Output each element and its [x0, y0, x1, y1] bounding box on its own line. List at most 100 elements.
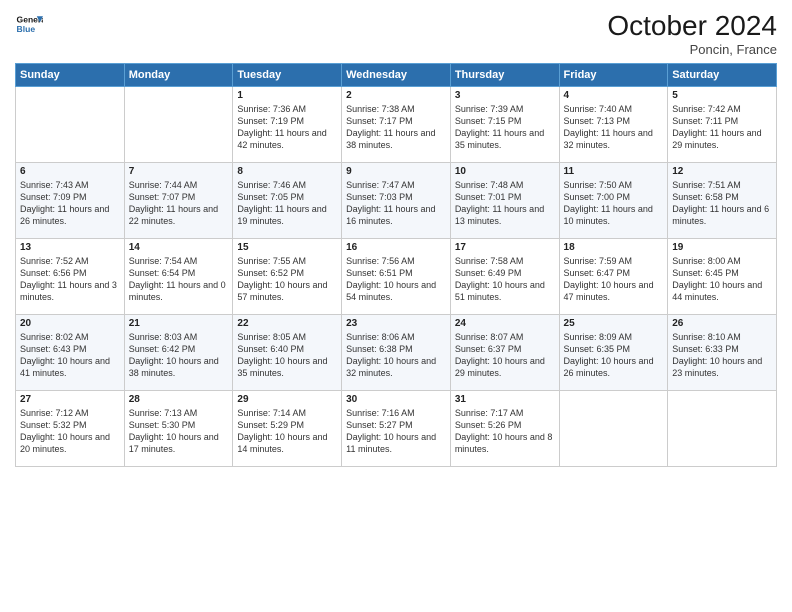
day-info: Sunrise: 7:12 AM Sunset: 5:32 PM Dayligh…	[20, 407, 120, 456]
day-info: Sunrise: 8:07 AM Sunset: 6:37 PM Dayligh…	[455, 331, 555, 380]
day-info: Sunrise: 7:54 AM Sunset: 6:54 PM Dayligh…	[129, 255, 229, 304]
col-header-wednesday: Wednesday	[342, 64, 451, 87]
day-info: Sunrise: 7:40 AM Sunset: 7:13 PM Dayligh…	[564, 103, 664, 152]
header-row: SundayMondayTuesdayWednesdayThursdayFrid…	[16, 64, 777, 87]
day-info: Sunrise: 7:59 AM Sunset: 6:47 PM Dayligh…	[564, 255, 664, 304]
week-row-4: 27Sunrise: 7:12 AM Sunset: 5:32 PM Dayli…	[16, 391, 777, 467]
day-number: 14	[129, 242, 229, 253]
calendar-cell: 13Sunrise: 7:52 AM Sunset: 6:56 PM Dayli…	[16, 239, 125, 315]
col-header-friday: Friday	[559, 64, 668, 87]
calendar-cell: 6Sunrise: 7:43 AM Sunset: 7:09 PM Daylig…	[16, 163, 125, 239]
day-info: Sunrise: 8:00 AM Sunset: 6:45 PM Dayligh…	[672, 255, 772, 304]
day-number: 5	[672, 90, 772, 101]
day-number: 1	[237, 90, 337, 101]
day-number: 31	[455, 394, 555, 405]
day-number: 12	[672, 166, 772, 177]
calendar-cell: 29 Sunrise: 7:14 AM Sunset: 5:29 PM Dayli…	[233, 391, 342, 467]
calendar-cell: 16 Sunrise: 7:56 AM Sunset: 6:51 PM Dayli…	[342, 239, 451, 315]
day-info: Sunrise: 7:36 AM Sunset: 7:19 PM Dayligh…	[237, 103, 337, 152]
day-info: Sunrise: 7:51 AM Sunset: 6:58 PM Dayligh…	[672, 179, 772, 228]
calendar-cell: 20 Sunrise: 8:02 AM Sunset: 6:43 PM Dayli…	[16, 315, 125, 391]
day-number: 29	[237, 394, 337, 405]
day-info: Sunrise: 7:44 AM Sunset: 7:07 PM Dayligh…	[129, 179, 229, 228]
calendar-cell	[668, 391, 777, 467]
day-number: 24	[455, 318, 555, 329]
day-number: 22	[237, 318, 337, 329]
day-info: Sunrise: 7:55 AM Sunset: 6:52 PM Dayligh…	[237, 255, 337, 304]
day-number: 16	[346, 242, 446, 253]
day-info: Sunrise: 7:47 AM Sunset: 7:03 PM Dayligh…	[346, 179, 446, 228]
day-number: 13	[20, 242, 120, 253]
calendar-cell: 30Sunrise: 7:16 AM Sunset: 5:27 PM Dayli…	[342, 391, 451, 467]
col-header-saturday: Saturday	[668, 64, 777, 87]
col-header-tuesday: Tuesday	[233, 64, 342, 87]
calendar-cell: 12 Sunrise: 7:51 AM Sunset: 6:58 PM Dayli…	[668, 163, 777, 239]
logo-icon: General Blue	[15, 10, 43, 38]
calendar-cell: 4Sunrise: 7:40 AM Sunset: 7:13 PM Daylig…	[559, 87, 668, 163]
day-info: Sunrise: 8:03 AM Sunset: 6:42 PM Dayligh…	[129, 331, 229, 380]
calendar-cell: 1 Sunrise: 7:36 AM Sunset: 7:19 PM Daylig…	[233, 87, 342, 163]
day-info: Sunrise: 8:10 AM Sunset: 6:33 PM Dayligh…	[672, 331, 772, 380]
day-number: 19	[672, 242, 772, 253]
day-number: 18	[564, 242, 664, 253]
week-row-0: 1 Sunrise: 7:36 AM Sunset: 7:19 PM Daylig…	[16, 87, 777, 163]
calendar-cell: 11 Sunrise: 7:50 AM Sunset: 7:00 PM Dayli…	[559, 163, 668, 239]
calendar-cell: 10Sunrise: 7:48 AM Sunset: 7:01 PM Dayli…	[450, 163, 559, 239]
calendar-cell	[16, 87, 125, 163]
calendar-cell: 28 Sunrise: 7:13 AM Sunset: 5:30 PM Dayli…	[124, 391, 233, 467]
location: Poncin, France	[607, 42, 777, 57]
day-number: 11	[564, 166, 664, 177]
col-header-monday: Monday	[124, 64, 233, 87]
week-row-1: 6Sunrise: 7:43 AM Sunset: 7:09 PM Daylig…	[16, 163, 777, 239]
logo: General Blue	[15, 10, 43, 38]
calendar-table: SundayMondayTuesdayWednesdayThursdayFrid…	[15, 63, 777, 467]
calendar-cell: 19 Sunrise: 8:00 AM Sunset: 6:45 PM Dayli…	[668, 239, 777, 315]
day-number: 9	[346, 166, 446, 177]
calendar-cell: 31 Sunrise: 7:17 AM Sunset: 5:26 PM Dayli…	[450, 391, 559, 467]
calendar-cell: 27Sunrise: 7:12 AM Sunset: 5:32 PM Dayli…	[16, 391, 125, 467]
col-header-thursday: Thursday	[450, 64, 559, 87]
day-number: 23	[346, 318, 446, 329]
week-row-2: 13Sunrise: 7:52 AM Sunset: 6:56 PM Dayli…	[16, 239, 777, 315]
day-number: 15	[237, 242, 337, 253]
day-info: Sunrise: 7:42 AM Sunset: 7:11 PM Dayligh…	[672, 103, 772, 152]
day-number: 10	[455, 166, 555, 177]
day-number: 28	[129, 394, 229, 405]
calendar-cell: 8Sunrise: 7:46 AM Sunset: 7:05 PM Daylig…	[233, 163, 342, 239]
calendar-cell: 5 Sunrise: 7:42 AM Sunset: 7:11 PM Daylig…	[668, 87, 777, 163]
day-info: Sunrise: 7:50 AM Sunset: 7:00 PM Dayligh…	[564, 179, 664, 228]
month-title: October 2024	[607, 10, 777, 42]
day-number: 21	[129, 318, 229, 329]
calendar-cell: 23 Sunrise: 8:06 AM Sunset: 6:38 PM Dayli…	[342, 315, 451, 391]
calendar-cell: 2 Sunrise: 7:38 AM Sunset: 7:17 PM Daylig…	[342, 87, 451, 163]
week-row-3: 20 Sunrise: 8:02 AM Sunset: 6:43 PM Dayli…	[16, 315, 777, 391]
calendar-cell	[559, 391, 668, 467]
calendar-cell: 15 Sunrise: 7:55 AM Sunset: 6:52 PM Dayli…	[233, 239, 342, 315]
day-number: 3	[455, 90, 555, 101]
header: General Blue October 2024 Poncin, France	[15, 10, 777, 57]
col-header-sunday: Sunday	[16, 64, 125, 87]
day-number: 6	[20, 166, 120, 177]
day-info: Sunrise: 7:39 AM Sunset: 7:15 PM Dayligh…	[455, 103, 555, 152]
calendar-cell: 26 Sunrise: 8:10 AM Sunset: 6:33 PM Dayli…	[668, 315, 777, 391]
day-info: Sunrise: 7:13 AM Sunset: 5:30 PM Dayligh…	[129, 407, 229, 456]
title-area: October 2024 Poncin, France	[607, 10, 777, 57]
calendar-cell: 7 Sunrise: 7:44 AM Sunset: 7:07 PM Daylig…	[124, 163, 233, 239]
calendar-cell: 14 Sunrise: 7:54 AM Sunset: 6:54 PM Dayli…	[124, 239, 233, 315]
day-number: 7	[129, 166, 229, 177]
calendar-cell: 9 Sunrise: 7:47 AM Sunset: 7:03 PM Daylig…	[342, 163, 451, 239]
day-info: Sunrise: 8:02 AM Sunset: 6:43 PM Dayligh…	[20, 331, 120, 380]
day-number: 26	[672, 318, 772, 329]
day-info: Sunrise: 8:09 AM Sunset: 6:35 PM Dayligh…	[564, 331, 664, 380]
day-info: Sunrise: 7:14 AM Sunset: 5:29 PM Dayligh…	[237, 407, 337, 456]
day-info: Sunrise: 7:56 AM Sunset: 6:51 PM Dayligh…	[346, 255, 446, 304]
day-info: Sunrise: 8:05 AM Sunset: 6:40 PM Dayligh…	[237, 331, 337, 380]
calendar-cell: 25Sunrise: 8:09 AM Sunset: 6:35 PM Dayli…	[559, 315, 668, 391]
day-info: Sunrise: 7:16 AM Sunset: 5:27 PM Dayligh…	[346, 407, 446, 456]
day-info: Sunrise: 7:17 AM Sunset: 5:26 PM Dayligh…	[455, 407, 555, 456]
day-number: 2	[346, 90, 446, 101]
day-number: 20	[20, 318, 120, 329]
day-info: Sunrise: 7:38 AM Sunset: 7:17 PM Dayligh…	[346, 103, 446, 152]
day-info: Sunrise: 7:46 AM Sunset: 7:05 PM Dayligh…	[237, 179, 337, 228]
day-info: Sunrise: 8:06 AM Sunset: 6:38 PM Dayligh…	[346, 331, 446, 380]
